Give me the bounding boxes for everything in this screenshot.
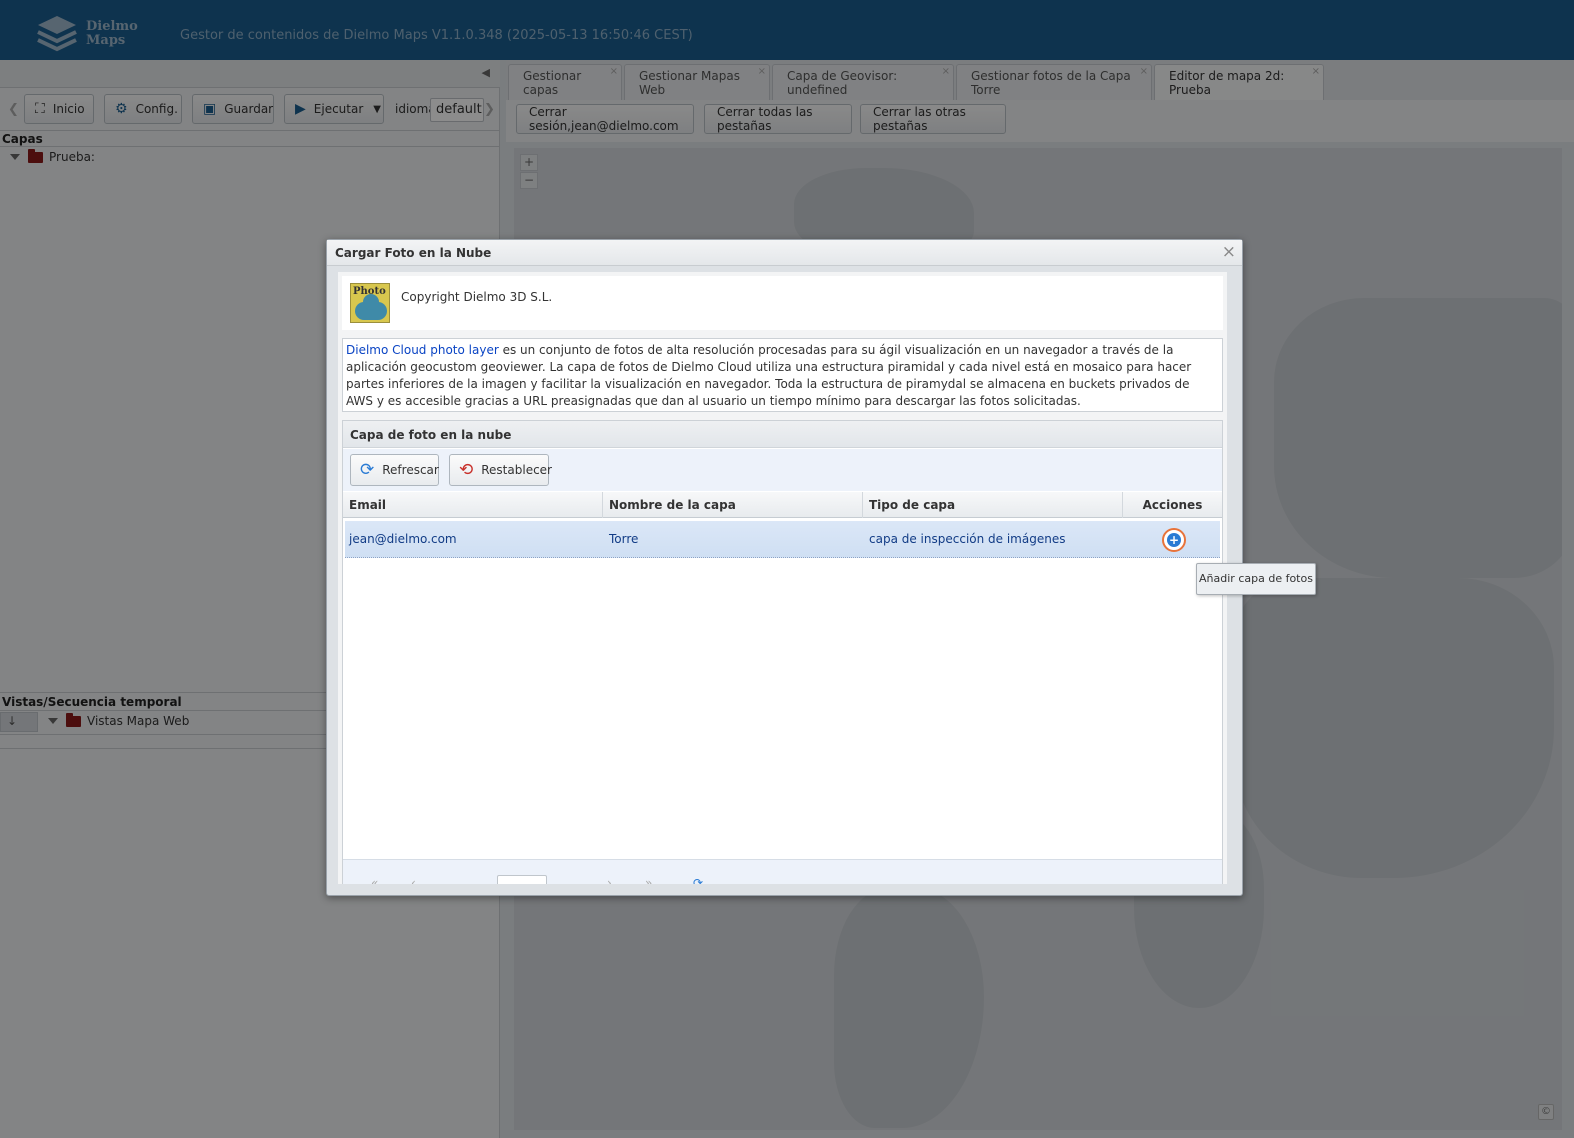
first-page-icon[interactable]: « — [371, 876, 378, 884]
column-layer-name[interactable]: Nombre de la capa — [603, 492, 863, 518]
add-photo-layer-tooltip: Añadir capa de fotos — [1196, 563, 1316, 595]
upload-photo-dialog: Cargar Foto en la Nube × Photo Copyright… — [326, 239, 1243, 896]
column-actions[interactable]: Acciones — [1123, 492, 1222, 518]
page-number-input[interactable] — [497, 875, 547, 884]
grid-title-bar: Capa de foto en la nube — [343, 421, 1222, 448]
cloud-photo-grid: Capa de foto en la nube ⟳ Refrescar ⟲ Re… — [342, 420, 1223, 884]
close-icon[interactable]: × — [1222, 242, 1236, 262]
grid-title: Capa de foto en la nube — [350, 428, 512, 442]
reset-button[interactable]: ⟲ Restablecer — [449, 454, 552, 486]
grid-pager: « ‹ › » ⟳ — [343, 859, 1222, 884]
dialog-title: Cargar Foto en la Nube — [335, 246, 492, 260]
prev-page-icon[interactable]: ‹ — [411, 876, 416, 884]
pager-refresh-icon[interactable]: ⟳ — [693, 876, 703, 884]
dialog-header: Cargar Foto en la Nube × — [327, 240, 1242, 266]
copyright-text: Copyright Dielmo 3D S.L. — [401, 290, 553, 304]
cell-layer-name: Torre — [609, 532, 639, 546]
photo-cloud-logo-icon: Photo — [350, 283, 390, 323]
column-email[interactable]: Email — [343, 492, 603, 518]
cloud-icon — [355, 294, 387, 320]
grid-header: Email Nombre de la capa Tipo de capa Acc… — [343, 492, 1222, 518]
add-photo-layer-button[interactable]: + — [1162, 528, 1186, 552]
refresh-icon: ⟳ — [360, 460, 375, 480]
next-page-icon[interactable]: › — [607, 876, 612, 884]
refresh-button[interactable]: ⟳ Refrescar — [350, 454, 439, 486]
last-page-icon[interactable]: » — [645, 876, 652, 884]
plus-icon: + — [1167, 533, 1181, 547]
column-layer-type[interactable]: Tipo de capa — [863, 492, 1123, 518]
table-row[interactable]: jean@dielmo.com Torre capa de inspección… — [345, 521, 1220, 558]
dialog-body: Photo Copyright Dielmo 3D S.L. Dielmo Cl… — [338, 272, 1227, 884]
dielmo-cloud-link[interactable]: Dielmo Cloud photo layer — [346, 343, 499, 357]
grid-toolbar: ⟳ Refrescar ⟲ Restablecer — [343, 449, 1222, 491]
reset-icon: ⟲ — [459, 460, 474, 480]
cell-layer-type: capa de inspección de imágenes — [869, 532, 1066, 546]
refresh-label: Refrescar — [382, 463, 439, 477]
reset-label: Restablecer — [481, 463, 552, 477]
description-box: Dielmo Cloud photo layer es un conjunto … — [342, 338, 1223, 412]
copyright-box: Photo Copyright Dielmo 3D S.L. — [342, 276, 1223, 330]
cell-email: jean@dielmo.com — [349, 532, 457, 546]
